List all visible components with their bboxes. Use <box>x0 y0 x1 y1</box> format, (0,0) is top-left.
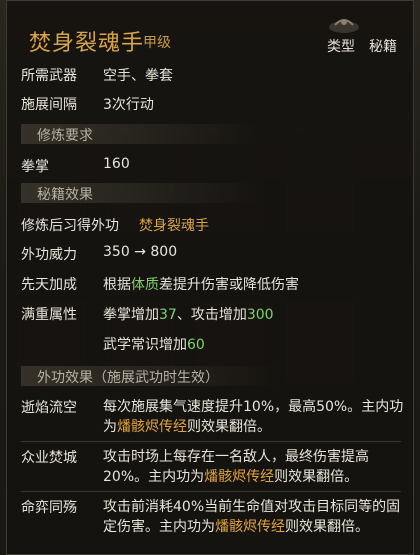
section-requirements-title: 修炼要求 <box>37 128 93 144</box>
divider <box>21 491 401 492</box>
innate-pre: 根据 <box>103 277 131 293</box>
max-weight-value-1: 拳掌增加37、攻击增加300 <box>103 304 274 324</box>
desc-text: 则效果翻倍。 <box>187 419 271 435</box>
max-num: 300 <box>246 307 274 323</box>
skill-effect-name: 命弈同殇 <box>21 500 77 516</box>
section-requirements: 修炼要求 <box>21 124 261 144</box>
skill-effect-desc: 攻击时场上每存在一名敌人，最终伤害提高20%。主内功为燔骸烬传经则效果翻倍。 <box>103 447 405 487</box>
max-weight-value-2: 武学常识增加60 <box>103 334 205 354</box>
skill-effect-desc: 每次施展集气速度提升10%，最高50%。主内功为燔骸烬传经则效果翻倍。 <box>103 397 405 437</box>
cast-interval-value: 3次行动 <box>103 97 154 113</box>
skill-effect-name: 众业焚城 <box>21 450 77 466</box>
max-text: 、攻击增加 <box>176 307 247 323</box>
item-grade: 甲级 <box>143 35 171 51</box>
learn-skill-value: 焚身裂魂手 <box>139 218 209 234</box>
requirement-label: 拳掌 <box>21 159 49 175</box>
innate-post: 差提升伤害或降低伤害 <box>159 277 299 293</box>
skill-effect-desc: 攻击前消耗40%当前生命值对攻击目标同等的固定伤害。主内功为燔骸烬传经则效果翻倍… <box>103 497 405 537</box>
type-label: 类型 <box>327 39 355 55</box>
cast-interval-row: 施展间隔 3次行动 <box>7 94 415 118</box>
learn-skill-label: 修炼后习得外功 <box>21 218 119 234</box>
required-weapon-row: 所需武器 空手、拳套 <box>7 65 415 89</box>
skill-effect-name: 逝焰流空 <box>21 400 77 416</box>
max-text: 武学常识增加 <box>103 337 187 353</box>
max-num: 37 <box>159 307 177 323</box>
desc-keyword: 燔骸烬传经 <box>215 519 285 535</box>
desc-text: 则效果翻倍。 <box>274 469 359 485</box>
requirement-row: 拳掌 160 <box>7 156 415 180</box>
max-text: 拳掌增加 <box>103 307 159 323</box>
requirement-value: 160 <box>103 156 130 172</box>
type-value: 秘籍 <box>369 39 397 55</box>
max-num: 60 <box>187 337 205 353</box>
required-weapon-value: 空手、拳套 <box>103 68 173 84</box>
power-arrow: → <box>134 244 146 260</box>
innate-attr: 体质 <box>131 277 159 293</box>
max-weight-row: 满重属性 拳掌增加37、攻击增加300 <box>7 304 415 328</box>
innate-bonus-row: 先天加成 根据体质差提升伤害或降低伤害 <box>7 274 415 298</box>
power-to: 800 <box>150 244 178 260</box>
power-from: 350 <box>103 244 130 260</box>
required-weapon-label: 所需武器 <box>21 68 77 84</box>
section-skill-effects-title: 外功效果（施展武功时生效） <box>37 370 219 386</box>
max-weight-row-2: 武学常识增加60 <box>7 334 415 358</box>
divider <box>21 441 401 442</box>
desc-text: 则效果翻倍。 <box>285 519 369 535</box>
skill-power-label: 外功威力 <box>21 247 77 263</box>
max-weight-label: 满重属性 <box>21 307 77 323</box>
section-effects: 秘籍效果 <box>21 183 261 203</box>
innate-bonus-value: 根据体质差提升伤害或降低伤害 <box>103 274 299 294</box>
desc-keyword: 燔骸烬传经 <box>204 469 275 485</box>
item-tooltip-panel: 焚身裂魂手 甲级 类型 秘籍 所需武器 空手、拳套 施展间隔 3次行动 修炼要求… <box>6 0 414 555</box>
cast-interval-label: 施展间隔 <box>21 97 77 113</box>
skill-power-value: 350 → 800 <box>103 244 177 260</box>
innate-bonus-label: 先天加成 <box>21 277 77 293</box>
learn-skill-row: 修炼后习得外功 焚身裂魂手 <box>7 215 415 239</box>
desc-keyword: 燔骸烬传经 <box>117 419 187 435</box>
item-title: 焚身裂魂手 <box>29 31 145 56</box>
section-effects-title: 秘籍效果 <box>37 187 93 203</box>
scroll-icon <box>329 19 359 33</box>
section-skill-effects: 外功效果（施展武功时生效） <box>21 366 281 386</box>
skill-power-row: 外功威力 350 → 800 <box>7 244 415 268</box>
